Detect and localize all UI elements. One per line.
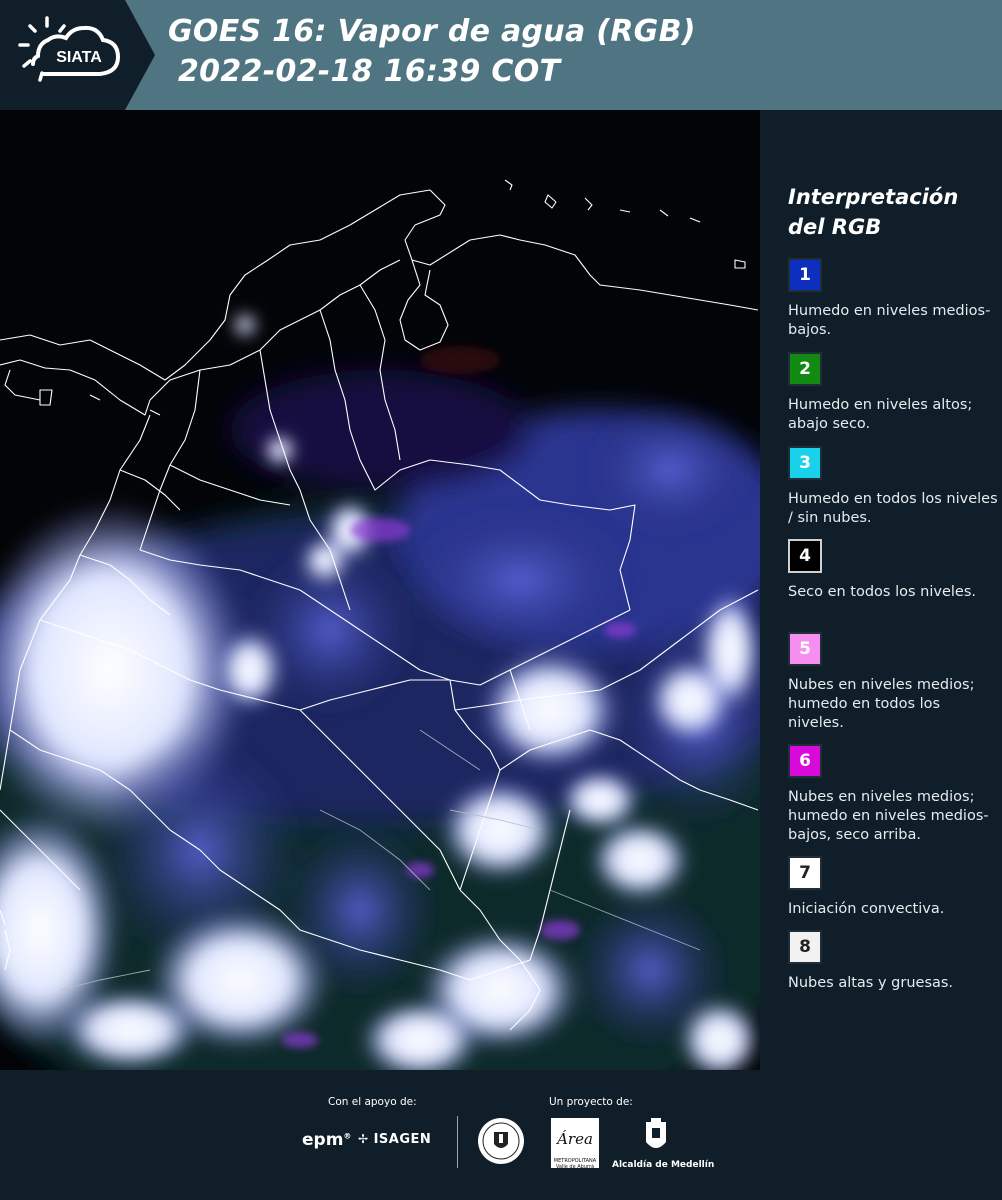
legend-item-text: Nubes altas y gruesas. [788,975,954,991]
footer: Con el apoyo de: Un proyecto de: epm® ✢ … [0,1070,1002,1200]
registered-icon: ® [343,1131,352,1141]
isagen-logo-text: ISAGEN [373,1132,432,1147]
alcaldia-medellin-logo: Alcaldía de Medellín [612,1160,715,1170]
university-seal-icon [478,1118,524,1164]
support-label: Con el apoyo de: [328,1096,417,1108]
legend-title: Interpretación del RGB [788,182,998,242]
legend-swatch: 5 [788,632,822,666]
isagen-mark-icon: ✢ [358,1132,369,1146]
project-label: Un proyecto de: [549,1096,633,1108]
legend-panel: Interpretación del RGB 1 Humedo en nivel… [762,110,1002,1070]
legend-item-4: 4 Seco en todos los niveles. [788,539,998,602]
page-timestamp: 2022-02-18 16:39 COT [178,54,561,89]
area-logo-subtext: METROPOLITANA Valle de Aburrá [553,1158,597,1170]
satellite-image [0,110,760,1070]
header-bar: SIATA GOES 16: Vapor de agua (RGB) 2022-… [0,0,1002,110]
isagen-logo: ✢ ISAGEN [358,1132,431,1147]
legend-swatch: 1 [788,258,822,292]
area-logo-text: Área [557,1130,593,1148]
legend-item-text: Humedo en niveles altos; abajo seco. [788,397,973,432]
page-title: GOES 16: Vapor de agua (RGB) [168,14,696,49]
legend-item-text: Humedo en niveles medios-bajos. [788,303,991,338]
legend-title-line1: Interpretación [788,185,959,209]
legend-item-8: 8 Nubes altas y gruesas. [788,930,998,993]
legend-item-6: 6 Nubes en niveles medios; humedo en niv… [788,744,998,845]
epm-logo: epm® [302,1130,351,1150]
siata-logo-text: SIATA [56,49,102,66]
legend-swatch: 4 [788,539,822,573]
legend-item-text: Iniciación convectiva. [788,901,945,917]
siata-logo: SIATA [0,0,155,110]
legend-item-text: Seco en todos los niveles. [788,584,976,600]
legend-item-2: 2 Humedo en niveles altos; abajo seco. [788,352,998,434]
legend-item-3: 3 Humedo en todos los niveles / sin nube… [788,446,998,528]
medellin-crest-icon [646,1118,666,1148]
legend-swatch: 2 [788,352,822,386]
legend-swatch: 3 [788,446,822,480]
legend-title-line2: del RGB [788,215,882,239]
legend-swatch: 6 [788,744,822,778]
epm-logo-text: epm [302,1130,344,1150]
legend-item-text: Nubes en niveles medios; humedo en nivel… [788,789,989,843]
legend-item-text: Humedo en todos los niveles / sin nubes. [788,491,998,526]
legend-item-text: Nubes en niveles medios; humedo en todos… [788,677,975,731]
legend-item-5: 5 Nubes en niveles medios; humedo en tod… [788,632,998,733]
legend-swatch: 7 [788,856,822,890]
legend-item-7: 7 Iniciación convectiva. [788,856,998,919]
legend-item-1: 1 Humedo en niveles medios-bajos. [788,258,998,340]
footer-divider [457,1116,458,1168]
legend-swatch: 8 [788,930,822,964]
